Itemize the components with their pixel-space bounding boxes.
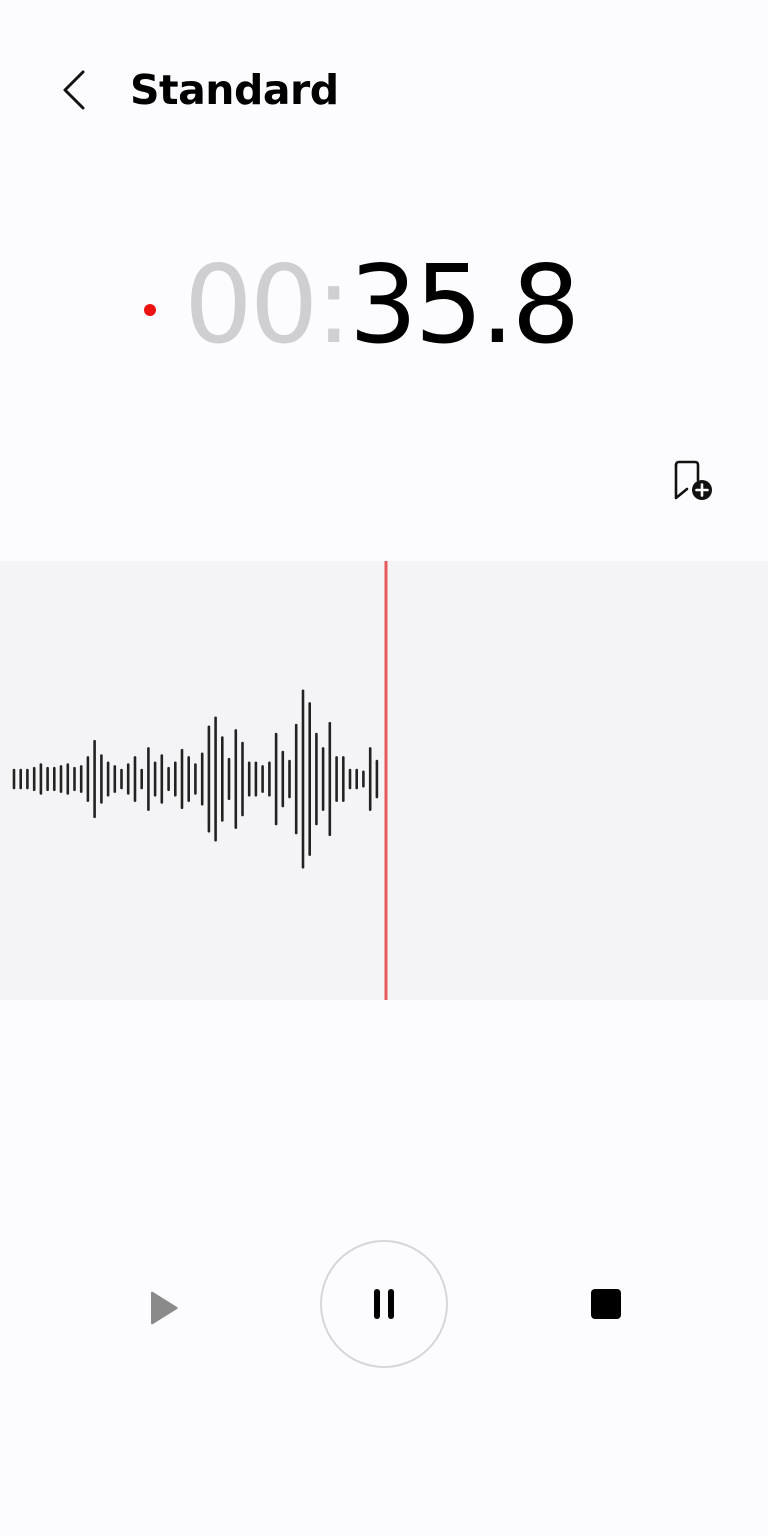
stop-button[interactable] <box>576 1274 636 1334</box>
play-button[interactable] <box>134 1278 194 1338</box>
page-title: Standard <box>130 66 339 114</box>
waveform-panel[interactable] <box>0 561 768 1000</box>
back-button[interactable] <box>44 60 104 120</box>
chevron-left-icon <box>63 70 85 110</box>
waveform <box>0 561 768 1000</box>
add-bookmark-button[interactable] <box>664 452 720 508</box>
elapsed-minutes: 00 <box>184 243 318 368</box>
play-icon <box>151 1291 178 1325</box>
time-separator: : <box>315 243 351 368</box>
elapsed-seconds: 35.8 <box>348 243 580 368</box>
recording-indicator <box>144 304 156 316</box>
elapsed-time: 00:35.8 <box>184 243 580 368</box>
pause-button[interactable] <box>320 1240 448 1368</box>
voice-recorder-screen: Standard 00:35.8 <box>0 0 768 1536</box>
playback-controls <box>0 1230 768 1380</box>
header: Standard <box>0 0 768 180</box>
add-bookmark-icon <box>674 460 712 500</box>
pause-icon <box>374 1289 394 1319</box>
stop-icon <box>591 1289 621 1319</box>
